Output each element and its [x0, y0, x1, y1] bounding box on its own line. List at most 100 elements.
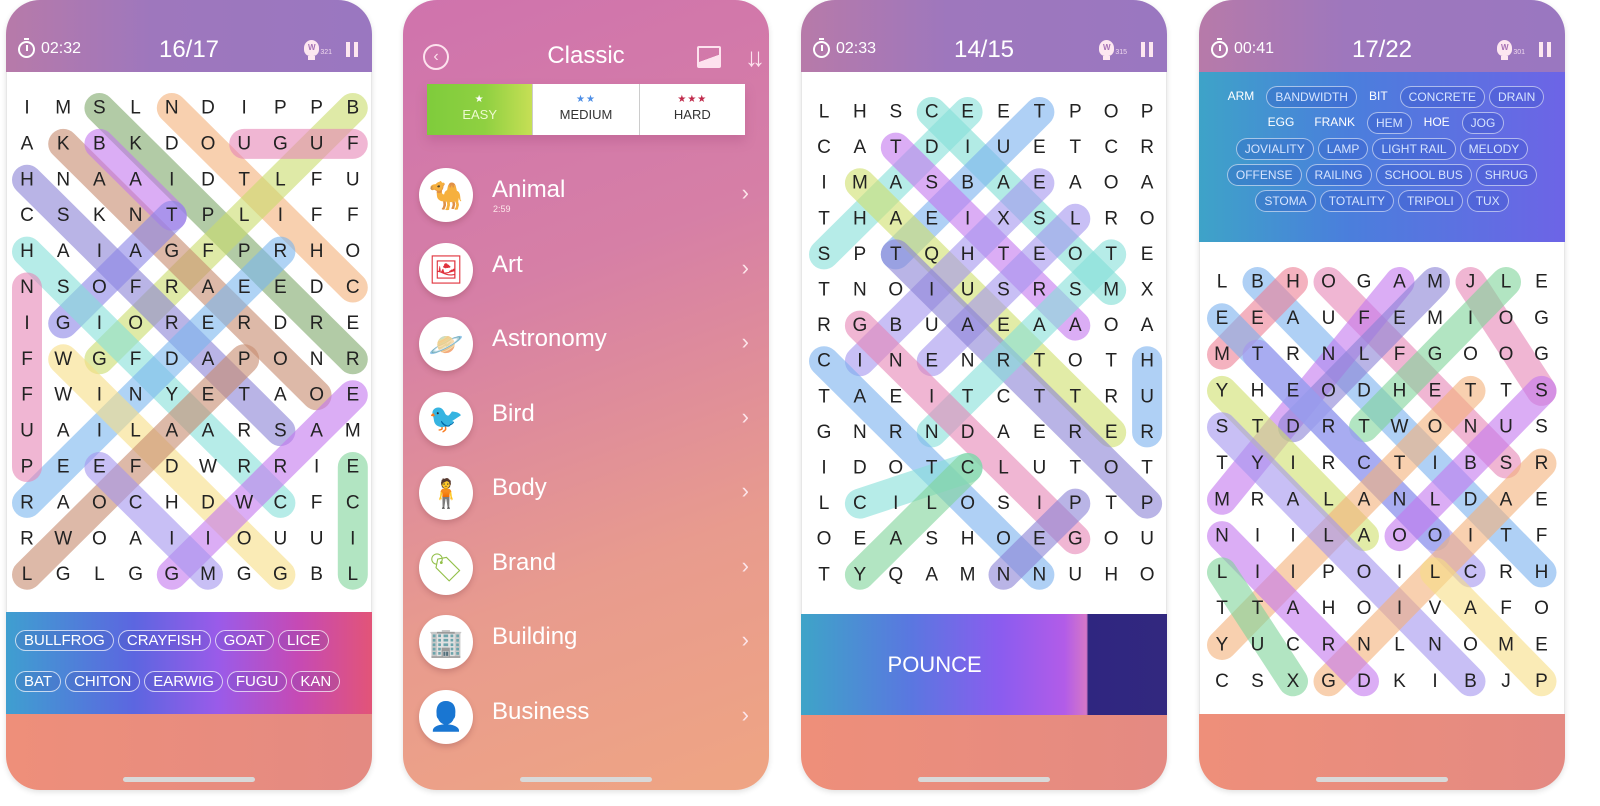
grid-letter[interactable]: D: [1464, 489, 1478, 510]
grid-letter[interactable]: A: [889, 529, 902, 550]
grid-letter[interactable]: I: [1037, 493, 1042, 514]
grid-letter[interactable]: I: [97, 241, 102, 262]
grid-letter[interactable]: R: [1499, 562, 1513, 583]
image-icon[interactable]: [697, 46, 721, 68]
grid-letter[interactable]: H: [20, 169, 34, 190]
grid-letter[interactable]: O: [345, 241, 360, 262]
grid-letter[interactable]: Y: [1216, 380, 1229, 401]
grid-letter[interactable]: X: [1141, 280, 1154, 301]
grid-letter[interactable]: I: [1468, 526, 1473, 547]
grid-letter[interactable]: R: [237, 457, 251, 478]
grid-letter[interactable]: I: [1397, 598, 1402, 619]
grid-letter[interactable]: H: [1104, 564, 1118, 585]
grid-letter[interactable]: K: [57, 133, 70, 154]
grid-letter[interactable]: U: [1251, 635, 1265, 656]
grid-letter[interactable]: U: [310, 528, 324, 549]
grid-letter[interactable]: C: [853, 493, 867, 514]
grid-letter[interactable]: S: [274, 421, 287, 442]
grid-letter[interactable]: P: [310, 98, 323, 119]
grid-letter[interactable]: T: [818, 564, 830, 585]
grid-letter[interactable]: U: [1033, 458, 1047, 479]
grid-letter[interactable]: I: [24, 98, 29, 119]
grid-letter[interactable]: N: [1033, 564, 1047, 585]
grid-letter[interactable]: D: [961, 422, 975, 443]
grid-letter[interactable]: S: [1500, 453, 1513, 474]
grid-letter[interactable]: T: [166, 205, 178, 226]
grid-letter[interactable]: G: [92, 349, 107, 370]
grid-letter[interactable]: E: [961, 102, 974, 123]
grid-letter[interactable]: S: [818, 244, 831, 265]
grid-letter[interactable]: S: [889, 102, 902, 123]
grid-letter[interactable]: R: [20, 492, 34, 513]
grid-letter[interactable]: O: [1104, 458, 1119, 479]
grid-letter[interactable]: B: [310, 564, 323, 585]
grid-letter[interactable]: L: [1501, 272, 1512, 293]
grid-letter[interactable]: C: [1286, 635, 1300, 656]
grid-letter[interactable]: N: [1215, 526, 1229, 547]
grid-letter[interactable]: O: [1104, 529, 1119, 550]
grid-letter[interactable]: H: [310, 241, 324, 262]
grid-letter[interactable]: T: [1069, 137, 1081, 158]
grid-letter[interactable]: T: [1105, 351, 1117, 372]
grid-letter[interactable]: S: [1535, 417, 1548, 438]
grid-letter[interactable]: L: [348, 564, 359, 585]
grid-letter[interactable]: O: [1357, 598, 1372, 619]
grid-letter[interactable]: M: [960, 564, 976, 585]
grid-letter[interactable]: G: [1534, 308, 1549, 329]
grid-letter[interactable]: T: [1394, 453, 1406, 474]
grid-letter[interactable]: G: [273, 564, 288, 585]
grid-letter[interactable]: T: [1141, 458, 1153, 479]
grid-letter[interactable]: I: [24, 313, 29, 334]
letter-grid[interactable]: LHSCEETPOPCATDIUETCRIMASBAEAOATHAEIXSLRO…: [801, 72, 1167, 614]
grid-letter[interactable]: E: [997, 315, 1010, 336]
grid-letter[interactable]: B: [961, 173, 974, 194]
grid-letter[interactable]: A: [93, 169, 106, 190]
grid-letter[interactable]: I: [242, 98, 247, 119]
grid-letter[interactable]: N: [925, 422, 939, 443]
grid-letter[interactable]: A: [165, 421, 178, 442]
grid-letter[interactable]: G: [853, 315, 868, 336]
grid-letter[interactable]: D: [165, 349, 179, 370]
grid-letter[interactable]: E: [1033, 137, 1046, 158]
grid-letter[interactable]: F: [311, 169, 323, 190]
grid-letter[interactable]: A: [129, 241, 142, 262]
grid-letter[interactable]: R: [817, 315, 831, 336]
grid-letter[interactable]: O: [1104, 173, 1119, 194]
grid-letter[interactable]: R: [1251, 489, 1265, 510]
letter-grid[interactable]: LBHOGAMJLEEEAUFEMIOGMTRNLFGOOGYHEODHETTS…: [1199, 242, 1565, 714]
grid-letter[interactable]: U: [925, 315, 939, 336]
grid-letter[interactable]: P: [1069, 493, 1082, 514]
grid-letter[interactable]: O: [1392, 526, 1407, 547]
grid-letter[interactable]: G: [128, 564, 143, 585]
grid-letter[interactable]: A: [310, 421, 323, 442]
grid-letter[interactable]: W: [1391, 417, 1409, 438]
grid-letter[interactable]: H: [961, 529, 975, 550]
category-item-building[interactable]: 🏢 Building ›: [419, 615, 753, 675]
grid-letter[interactable]: L: [926, 493, 937, 514]
grid-letter[interactable]: L: [239, 205, 250, 226]
grid-letter[interactable]: O: [1357, 562, 1372, 583]
grid-letter[interactable]: A: [1287, 489, 1300, 510]
grid-letter[interactable]: T: [1069, 458, 1081, 479]
category-item-art[interactable]: 🖼 Art ›: [419, 242, 753, 303]
grid-letter[interactable]: O: [92, 528, 107, 549]
grid-letter[interactable]: C: [925, 102, 939, 123]
grid-letter[interactable]: G: [164, 241, 179, 262]
hint-button[interactable]: W 321: [304, 40, 332, 60]
grid-letter[interactable]: A: [925, 564, 938, 585]
grid-letter[interactable]: S: [997, 280, 1010, 301]
grid-letter[interactable]: H: [1286, 272, 1300, 293]
grid-letter[interactable]: I: [350, 528, 355, 549]
grid-letter[interactable]: E: [1251, 308, 1264, 329]
grid-letter[interactable]: I: [205, 528, 210, 549]
grid-letter[interactable]: D: [274, 313, 288, 334]
grid-letter[interactable]: L: [130, 421, 141, 442]
grid-letter[interactable]: I: [821, 458, 826, 479]
grid-letter[interactable]: I: [1468, 308, 1473, 329]
grid-canvas[interactable]: I M S L N D I P P BA K B K D O U G U FH N A A I D T L F UC S K N T P L I F F…: [7, 72, 372, 612]
grid-letter[interactable]: R: [1286, 344, 1300, 365]
grid-letter[interactable]: T: [1500, 380, 1512, 401]
grid-letter[interactable]: M: [1214, 344, 1230, 365]
grid-letter[interactable]: G: [1357, 272, 1372, 293]
grid-letter[interactable]: J: [1501, 671, 1511, 692]
